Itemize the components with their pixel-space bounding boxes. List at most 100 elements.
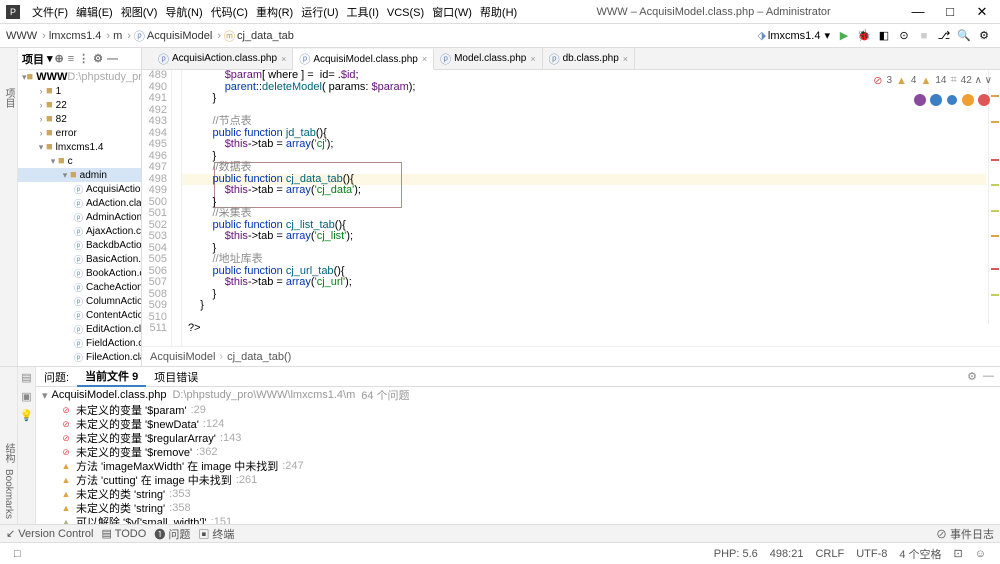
search-icon[interactable]: 🔍: [956, 28, 972, 44]
nav-crumb[interactable]: lmxcms1.4: [49, 30, 102, 42]
problem-file-row[interactable]: ▾ AcquisiModel.class.php D:\phpstudy_pro…: [36, 387, 1000, 403]
tree-row[interactable]: ›■error: [18, 126, 141, 140]
tool-tab[interactable]: ❶ 问题: [154, 526, 190, 542]
inspection-summary[interactable]: ⊘3 ▲4 ▲14 ⌗42 ∧ ∨: [873, 74, 992, 87]
settings-icon[interactable]: ⚙: [976, 28, 992, 44]
maximize-button[interactable]: □: [938, 4, 962, 20]
tree-row[interactable]: ›■22: [18, 98, 141, 112]
editor-tab[interactable]: ⓟAcquisiModel.class.php×: [293, 49, 434, 70]
code-editor[interactable]: $param[ where ] = id= .$id; parent::dele…: [182, 70, 1000, 346]
tree-row[interactable]: ⓟContentAction.class.: [18, 308, 141, 322]
menu-item[interactable]: 运行(U): [297, 7, 342, 19]
menu-item[interactable]: 重构(R): [252, 7, 297, 19]
tree-row[interactable]: ⓟColumnAction.class.p: [18, 294, 141, 308]
problems-tab[interactable]: 问题:: [36, 367, 77, 387]
menu-item[interactable]: 代码(C): [207, 7, 252, 19]
window-title: WWW – AcquisiModel.class.php – Administr…: [521, 6, 906, 18]
expand-icon[interactable]: ▤: [21, 371, 31, 384]
editor-tab[interactable]: ⓟAcquisiAction.class.php×: [152, 48, 293, 69]
select-opened-icon[interactable]: ⊕: [55, 52, 64, 65]
run-config[interactable]: lmxcms1.4: [768, 30, 821, 42]
status-left[interactable]: □: [14, 548, 21, 560]
coverage-icon[interactable]: ◧: [876, 28, 892, 44]
problem-row[interactable]: ▲方法 'cutting' 在 image 中未找到:261: [36, 473, 1000, 487]
tree-row[interactable]: ▾■lmxcms1.4: [18, 140, 141, 154]
tree-row[interactable]: ›■82: [18, 112, 141, 126]
settings-icon[interactable]: ⚙: [967, 370, 977, 383]
problem-row[interactable]: ⊘未定义的变量 '$regularArray':143: [36, 431, 1000, 445]
settings-icon[interactable]: ⚙: [93, 52, 103, 65]
tree-row[interactable]: ⓟFileAction.class.php: [18, 350, 141, 364]
nav-crumb[interactable]: WWW: [6, 30, 37, 42]
tree-row[interactable]: ⓟAcquisiAction.class.p: [18, 182, 141, 196]
minimap[interactable]: [988, 70, 1000, 324]
hide-icon[interactable]: —: [107, 53, 118, 65]
tree-row[interactable]: ⓟEditAction.class.php: [18, 322, 141, 336]
structure-tab[interactable]: 结构: [1, 443, 16, 463]
menu-item[interactable]: VCS(S): [383, 7, 428, 19]
nav-crumb[interactable]: AcquisiModel: [147, 30, 212, 42]
options-icon[interactable]: ⋮: [78, 52, 89, 65]
menu-item[interactable]: 工具(I): [343, 7, 383, 19]
bookmarks-tab[interactable]: Bookmarks: [3, 469, 14, 519]
editor-tab[interactable]: ⓟdb.class.php×: [543, 48, 635, 69]
tree-row[interactable]: ⓟAdAction.class.php: [18, 196, 141, 210]
status-encoding[interactable]: UTF-8: [856, 548, 887, 560]
menu-item[interactable]: 文件(F): [28, 7, 72, 19]
problem-row[interactable]: ⊘未定义的变量 '$remove':362: [36, 445, 1000, 459]
nav-crumb[interactable]: m: [113, 30, 122, 42]
breadcrumb-item[interactable]: cj_data_tab(): [227, 351, 291, 363]
project-tab-label[interactable]: 项目: [1, 88, 16, 108]
tree-row[interactable]: ⓟCacheAction.class.ph: [18, 280, 141, 294]
menu-item[interactable]: 窗口(W): [428, 7, 476, 19]
minimize-button[interactable]: —: [906, 4, 930, 20]
close-button[interactable]: ✕: [970, 4, 994, 20]
nav-crumb[interactable]: cj_data_tab: [237, 30, 294, 42]
problems-tab[interactable]: 项目错误: [146, 367, 206, 387]
run-icon[interactable]: ▶: [836, 28, 852, 44]
status-indent[interactable]: 4 个空格: [899, 546, 941, 562]
problem-row[interactable]: ⊘未定义的变量 '$newData':124: [36, 417, 1000, 431]
status-pos[interactable]: 498:21: [770, 548, 804, 560]
editor-tab[interactable]: ⓟModel.class.php×: [434, 48, 543, 69]
tree-row[interactable]: ⓟAdminAction.class.ph: [18, 210, 141, 224]
problems-tab[interactable]: 当前文件 9: [77, 367, 146, 387]
problem-row[interactable]: ▲可以解除 '$v['small_width']':151: [36, 515, 1000, 524]
stop-icon[interactable]: ■: [916, 28, 932, 44]
tree-row[interactable]: ⓟBookAction.class.ph: [18, 266, 141, 280]
profile-icon[interactable]: ⊙: [896, 28, 912, 44]
menu-item[interactable]: 帮助(H): [476, 7, 521, 19]
menu-item[interactable]: 编辑(E): [72, 7, 117, 19]
status-face[interactable]: ☺: [975, 548, 986, 560]
breadcrumb-item[interactable]: AcquisiModel: [150, 351, 215, 363]
tool-tab[interactable]: ↙ Version Control: [6, 527, 93, 540]
problem-row[interactable]: ▲方法 'imageMaxWidth' 在 image 中未找到:247: [36, 459, 1000, 473]
tree-row[interactable]: ▾■WWW D:\phpstudy_pro\WWW: [18, 70, 141, 84]
event-log-tab[interactable]: ⊘ 事件日志: [936, 526, 994, 542]
problem-row[interactable]: ⊘未定义的变量 '$param':29: [36, 403, 1000, 417]
tool-tab[interactable]: ▣ 终端: [198, 526, 234, 542]
status-lock[interactable]: ⊡: [954, 547, 963, 560]
browser-icons[interactable]: [914, 94, 990, 106]
status-php[interactable]: PHP: 5.6: [714, 548, 758, 560]
filter-icon[interactable]: ▣: [21, 390, 31, 403]
problem-row[interactable]: ▲未定义的类 'string':353: [36, 487, 1000, 501]
tree-row[interactable]: ⓟFieldAction.class.ph: [18, 336, 141, 350]
problem-row[interactable]: ▲未定义的类 'string':358: [36, 501, 1000, 515]
tree-row[interactable]: ›■1: [18, 84, 141, 98]
tree-row[interactable]: ⓟAjaxAction.class.php: [18, 224, 141, 238]
status-linesep[interactable]: CRLF: [815, 548, 844, 560]
bulb-icon[interactable]: 💡: [20, 409, 34, 422]
menu-item[interactable]: 导航(N): [161, 7, 206, 19]
tool-tab[interactable]: ▤ TODO: [101, 527, 146, 540]
tree-row[interactable]: ⓟBasicAction.class.ph: [18, 252, 141, 266]
tree-row[interactable]: ⓟBackdbAction.class.p: [18, 238, 141, 252]
tree-row[interactable]: ▾■c: [18, 154, 141, 168]
problems-toolbar: ▤ ▣ 💡: [18, 367, 36, 524]
menu-item[interactable]: 视图(V): [117, 7, 162, 19]
collapse-icon[interactable]: ≡: [68, 53, 74, 65]
hide-icon[interactable]: —: [983, 370, 994, 383]
vcs-icon[interactable]: ⎇: [936, 28, 952, 44]
debug-icon[interactable]: 🐞: [856, 28, 872, 44]
tree-row[interactable]: ▾■admin: [18, 168, 141, 182]
